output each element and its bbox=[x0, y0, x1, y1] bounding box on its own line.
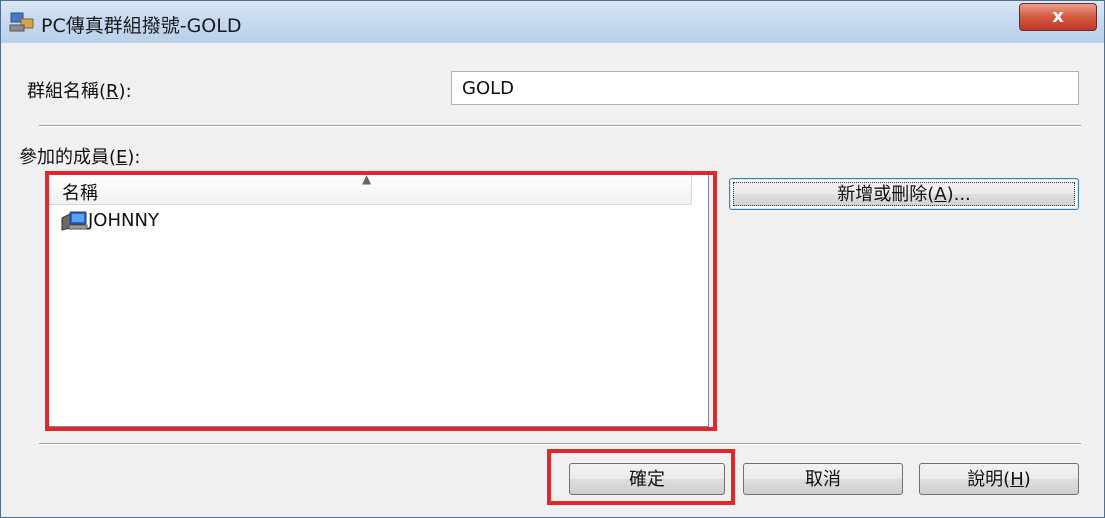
ok-button-highlight bbox=[547, 449, 735, 505]
dialog-body: 群組名稱(R): GOLD 參加的成員(E): 名稱 ▲ JOHNNY 新增或刪… bbox=[9, 43, 1096, 509]
focus-rectangle bbox=[733, 182, 1075, 206]
window-title: PC傳真群組撥號-GOLD bbox=[41, 15, 242, 37]
divider-top bbox=[39, 125, 1081, 127]
close-button[interactable]: x bbox=[1019, 3, 1097, 31]
fax-group-icon bbox=[9, 12, 34, 32]
member-list-highlight bbox=[45, 171, 717, 431]
cancel-button[interactable]: 取消 bbox=[743, 463, 903, 495]
add-remove-members-button[interactable]: 新增或刪除(A)... bbox=[729, 178, 1079, 210]
group-name-input[interactable]: GOLD bbox=[451, 71, 1079, 105]
close-icon: x bbox=[1052, 6, 1064, 27]
divider-bottom bbox=[39, 443, 1081, 445]
members-label: 參加的成員(E): bbox=[19, 147, 141, 168]
title-bar[interactable]: PC傳真群組撥號-GOLD x bbox=[1, 1, 1104, 43]
group-name-label: 群組名稱(R): bbox=[27, 81, 132, 102]
help-button[interactable]: 說明(H) bbox=[919, 463, 1079, 495]
dialog-window: PC傳真群組撥號-GOLD x 群組名稱(R): GOLD 參加的成員(E): … bbox=[0, 0, 1105, 518]
